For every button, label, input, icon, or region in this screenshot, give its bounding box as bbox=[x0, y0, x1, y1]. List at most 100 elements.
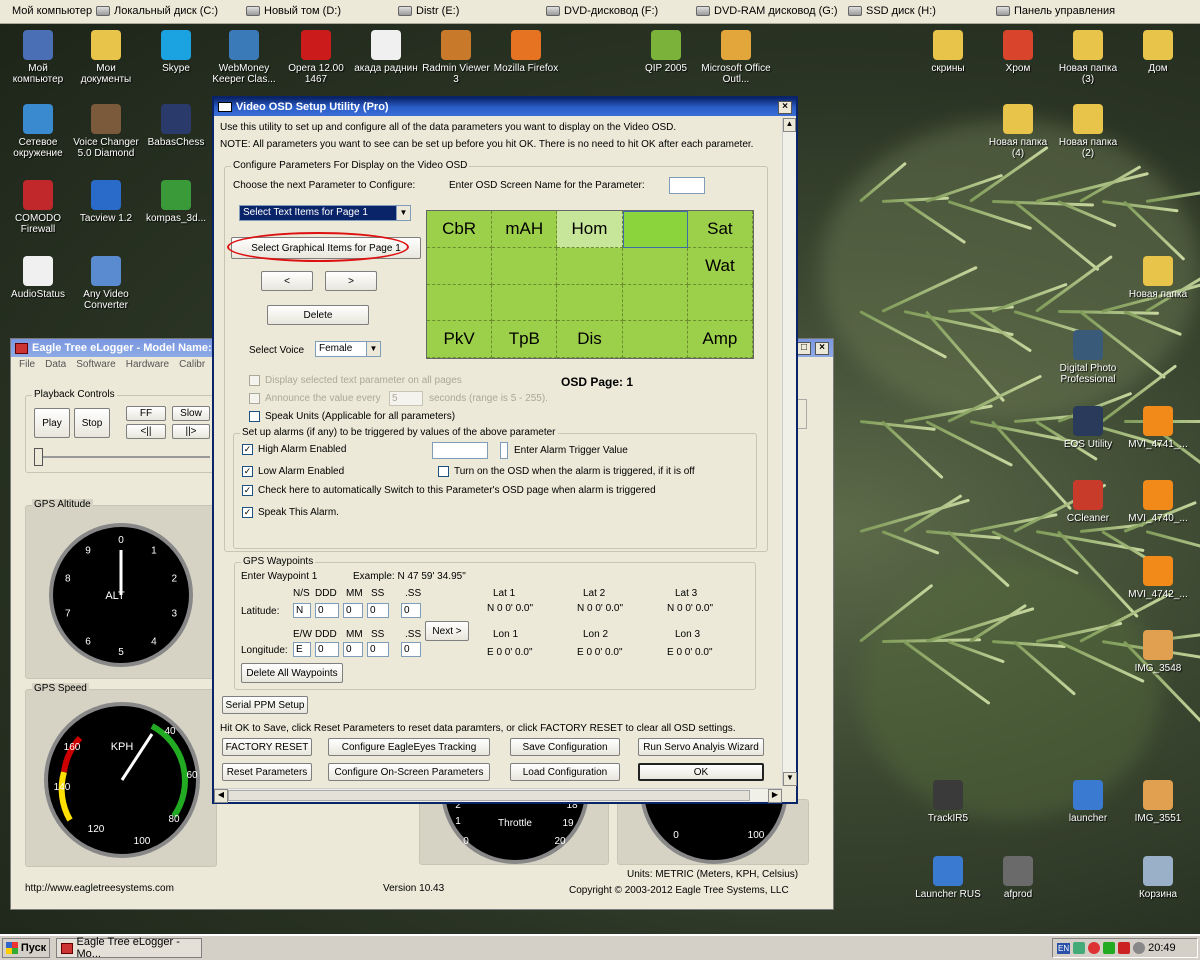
security-tray-icon[interactable] bbox=[1088, 942, 1101, 954]
slow-button[interactable]: Slow bbox=[172, 406, 210, 421]
ok-button[interactable]: OK bbox=[638, 763, 764, 781]
lon-ew-input[interactable]: E bbox=[293, 642, 311, 657]
desktop-icon[interactable]: Launcher RUS bbox=[912, 856, 984, 900]
maximize-button[interactable]: □ bbox=[797, 341, 811, 355]
desktop-icon[interactable]: TrackIR5 bbox=[912, 780, 984, 824]
reset-parameters-button[interactable]: Reset Parameters bbox=[222, 763, 312, 781]
lat-ns-input[interactable]: N bbox=[293, 603, 311, 618]
step-forward-button[interactable]: ||> bbox=[172, 424, 210, 439]
desktop-icon[interactable]: Новая папка (2) bbox=[1052, 104, 1124, 159]
osd-grid-cell[interactable] bbox=[427, 247, 493, 285]
desktop-icon[interactable]: MVI_4740_... bbox=[1122, 480, 1194, 524]
desktop-icon[interactable]: kompas_3d... bbox=[140, 180, 212, 224]
menu-software[interactable]: Software bbox=[76, 359, 115, 373]
app-tray-icon[interactable] bbox=[1118, 942, 1131, 954]
drive-item[interactable]: SSD диск (H:) bbox=[842, 5, 942, 17]
osd-grid-cell[interactable] bbox=[622, 247, 688, 285]
drive-item[interactable]: Локальный диск (C:) bbox=[90, 5, 224, 17]
voice-select[interactable]: Female ▼ bbox=[315, 341, 381, 357]
osd-grid-cell[interactable] bbox=[622, 284, 688, 322]
high-alarm-checkbox[interactable]: ✓ bbox=[242, 444, 253, 455]
osd-grid-cell[interactable]: Sat bbox=[687, 211, 753, 248]
desktop-icon[interactable]: Voice Changer 5.0 Diamond bbox=[70, 104, 142, 159]
desktop-icon[interactable]: Дом bbox=[1122, 30, 1194, 74]
osd-grid-cell[interactable]: mAH bbox=[492, 211, 558, 248]
close-button[interactable]: × bbox=[815, 341, 829, 355]
drive-item[interactable]: Distr (E:) bbox=[392, 5, 465, 17]
scroll-left-icon[interactable]: ◀ bbox=[214, 789, 228, 803]
lat-ddd-input[interactable]: 0 bbox=[315, 603, 339, 618]
step-back-button[interactable]: <|| bbox=[126, 424, 166, 439]
start-button[interactable]: Пуск bbox=[2, 938, 50, 958]
desktop-icon[interactable]: launcher bbox=[1052, 780, 1124, 824]
onscreen-parameters-button[interactable]: Configure On-Screen Parameters bbox=[328, 763, 490, 781]
drive-item[interactable]: Новый том (D:) bbox=[240, 5, 347, 17]
osd-preview-grid[interactable]: CbR mAH Hom Sat Wat PkV TpB Dis Amp bbox=[426, 210, 754, 359]
desktop-icon[interactable]: акада раднин bbox=[350, 30, 422, 74]
desktop-icon[interactable]: Microsoft Office Outl... bbox=[700, 30, 772, 85]
save-configuration-button[interactable]: Save Configuration bbox=[510, 738, 620, 756]
play-button[interactable]: Play bbox=[34, 408, 70, 438]
osd-grid-cell[interactable] bbox=[622, 321, 688, 358]
desktop-icon[interactable]: Сетевое окружение bbox=[2, 104, 74, 159]
horizontal-scrollbar[interactable]: ◀ ▶ bbox=[214, 788, 782, 803]
desktop-icon[interactable]: WebMoney Keeper Clas... bbox=[208, 30, 280, 85]
desktop-icon[interactable]: Мои документы bbox=[70, 30, 142, 85]
osd-setup-window[interactable]: Video OSD Setup Utility (Pro) × Use this… bbox=[212, 96, 798, 804]
menu-hardware[interactable]: Hardware bbox=[126, 359, 169, 373]
desktop-icon[interactable]: Mozilla Firefox bbox=[490, 30, 562, 74]
lat-fraction-input[interactable]: 0 bbox=[401, 603, 421, 618]
desktop-icon[interactable]: Radmin Viewer 3 bbox=[420, 30, 492, 85]
lon-ddd-input[interactable]: 0 bbox=[315, 642, 339, 657]
osd-grid-cell[interactable]: PkV bbox=[427, 321, 493, 358]
desktop-icon[interactable]: Хром bbox=[982, 30, 1054, 74]
vertical-scrollbar[interactable]: ▲ ▼ bbox=[782, 118, 797, 786]
osd-grid-cell[interactable] bbox=[557, 247, 623, 285]
lon-mm-input[interactable]: 0 bbox=[343, 642, 363, 657]
speak-alarm-checkbox[interactable]: ✓ bbox=[242, 507, 253, 518]
taskbar-item-elogger[interactable]: Eagle Tree eLogger - Mo... bbox=[56, 936, 202, 960]
desktop-icon[interactable]: Skype bbox=[140, 30, 212, 74]
next-parameter-button[interactable]: > bbox=[325, 271, 377, 291]
factory-reset-button[interactable]: FACTORY RESET bbox=[222, 738, 312, 756]
osd-grid-cell[interactable]: Hom bbox=[557, 211, 623, 248]
alarm-trigger-decimal-input[interactable] bbox=[500, 442, 508, 459]
lat-mm-input[interactable]: 0 bbox=[343, 603, 363, 618]
osd-grid-cell[interactable]: Amp bbox=[687, 321, 753, 358]
text-items-select[interactable]: Select Text Items for Page 1 ▼ bbox=[239, 205, 411, 221]
display-all-pages-checkbox[interactable] bbox=[249, 375, 260, 386]
stop-button[interactable]: Stop bbox=[74, 408, 110, 438]
lon-fraction-input[interactable]: 0 bbox=[401, 642, 421, 657]
desktop-icon[interactable]: afprod bbox=[982, 856, 1054, 900]
clock-tray-icon[interactable] bbox=[1133, 942, 1146, 954]
website-url[interactable]: http://www.eagletreesystems.com bbox=[25, 883, 174, 894]
desktop-icon[interactable]: Корзина bbox=[1122, 856, 1194, 900]
desktop-icon[interactable]: IMG_3548 bbox=[1122, 630, 1194, 674]
scroll-down-icon[interactable]: ▼ bbox=[783, 772, 797, 786]
scroll-thumb[interactable] bbox=[228, 790, 750, 801]
load-configuration-button[interactable]: Load Configuration bbox=[510, 763, 620, 781]
desktop-icon[interactable]: CCleaner bbox=[1052, 480, 1124, 524]
messenger-tray-icon[interactable] bbox=[1103, 942, 1116, 954]
lon-ss-input[interactable]: 0 bbox=[367, 642, 389, 657]
desktop-icon[interactable]: MVI_4742_... bbox=[1122, 556, 1194, 600]
desktop-icon[interactable]: Tacview 1.2 bbox=[70, 180, 142, 224]
menu-calibr[interactable]: Calibr bbox=[179, 359, 205, 373]
menu-data[interactable]: Data bbox=[45, 359, 66, 373]
servo-wizard-button[interactable]: Run Servo Analyis Wizard bbox=[638, 738, 764, 756]
drive-item[interactable]: DVD-RAM дисковод (G:) bbox=[690, 5, 844, 17]
osd-grid-cell[interactable] bbox=[687, 284, 753, 322]
scroll-right-icon[interactable]: ▶ bbox=[768, 789, 782, 803]
delete-button[interactable]: Delete bbox=[267, 305, 369, 325]
previous-parameter-button[interactable]: < bbox=[261, 271, 313, 291]
desktop-icon[interactable]: BabasChess bbox=[140, 104, 212, 148]
osd-grid-cell[interactable] bbox=[492, 247, 558, 285]
drive-item[interactable]: Мой компьютер bbox=[6, 5, 98, 17]
osd-grid-cell[interactable]: CbR bbox=[427, 211, 493, 248]
fast-forward-button[interactable]: FF bbox=[126, 406, 166, 421]
serial-ppm-button[interactable]: Serial PPM Setup bbox=[222, 696, 308, 714]
playback-slider-thumb[interactable] bbox=[34, 448, 43, 466]
language-indicator[interactable]: EN bbox=[1057, 942, 1071, 954]
auto-switch-checkbox[interactable]: ✓ bbox=[242, 485, 253, 496]
delete-all-waypoints-button[interactable]: Delete All Waypoints bbox=[241, 663, 343, 683]
